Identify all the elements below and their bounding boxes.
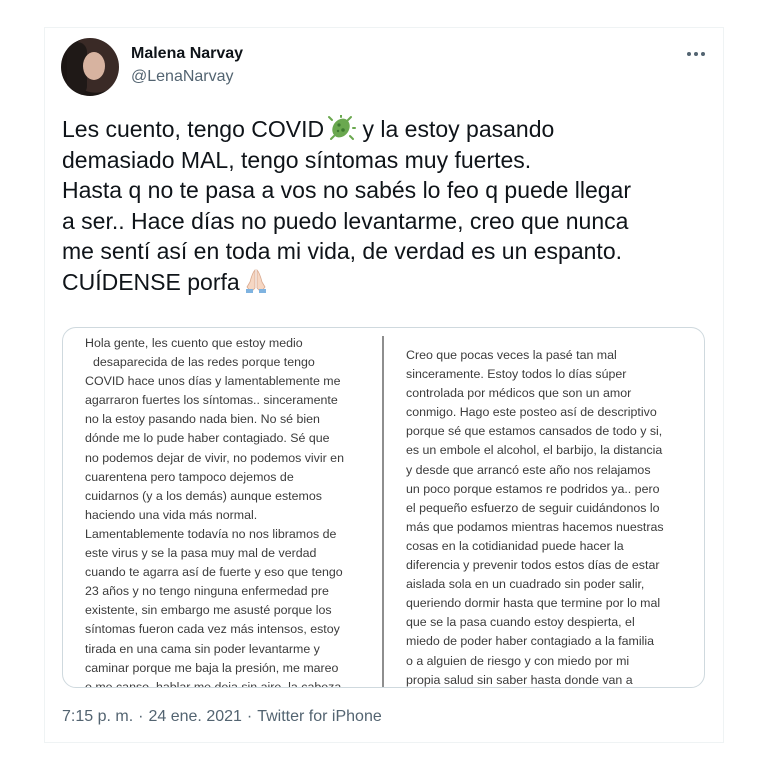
note-line: cuidarnos (y a los demás) aunque estemos	[85, 488, 322, 503]
note-line: cuando te agarra así de fuerte y eso que…	[85, 565, 343, 580]
microbe-icon	[328, 115, 357, 140]
tweet-text-part-2: y la estoy pasando demasiado MAL, tengo …	[62, 116, 632, 295]
more-dot-icon	[694, 52, 698, 56]
note-line: no la estoy pasando nada bien. No sé bie…	[85, 412, 320, 427]
more-options-button[interactable]	[682, 44, 710, 64]
note-line: un poco porque estamos re podridos ya.. …	[406, 481, 660, 496]
note-line: caminar porque me baja la presión, me ma…	[85, 660, 339, 675]
column-divider	[382, 336, 384, 687]
avatar-face	[83, 52, 105, 80]
note-column-right: Creo que pocas veces la pasé tan mal sin…	[406, 346, 696, 687]
note-line: diferencia y prevenir todos estos días d…	[406, 558, 660, 573]
note-column-left: Hola gente, les cuento que estoy medio d…	[85, 334, 371, 688]
note-line: síntomas fueron cada vez más intensos, e…	[85, 622, 340, 637]
note-line: propia salud sin saber hasta donde van a	[406, 672, 633, 687]
avatar[interactable]	[61, 38, 119, 96]
note-line: o a alguien de riesgo y con miedo por mi	[406, 653, 630, 668]
meta-separator: ·	[246, 708, 253, 725]
attached-image[interactable]: Hola gente, les cuento que estoy medio d…	[62, 327, 705, 688]
note-line: 23 años y no tengo ninguna enfermedad pr…	[85, 584, 329, 599]
user-handle[interactable]: @LenaNarvay	[131, 68, 234, 86]
user-name[interactable]: Malena Narvay	[131, 45, 243, 63]
text-cursor-line	[704, 508, 705, 678]
more-dot-icon	[687, 52, 691, 56]
note-line: y desde que arrancó este año nos relajam…	[406, 462, 651, 477]
note-line: Creo que pocas veces la pasé tan mal	[406, 348, 617, 362]
tweet-source[interactable]: Twitter for iPhone	[257, 708, 382, 726]
note-line: más que podamos mientras hacemos nuestra…	[406, 519, 664, 534]
tweet-date[interactable]: 24 ene. 2021	[148, 708, 241, 726]
note-line: aislada sola en un cuadrado sin poder sa…	[406, 577, 645, 592]
note-line: miedo de poder haber contagiado a la fam…	[406, 634, 654, 649]
note-line: conmigo. Hago este posteo así de descrip…	[406, 405, 657, 420]
note-line: cuarentena pero tampoco dejemos de	[85, 469, 294, 484]
note-line: queriendo dormir hasta que termine por l…	[406, 596, 661, 611]
note-line: el pequeño esfuerzo de seguir cuidándono…	[406, 500, 660, 515]
tweet-text: Les cuento, tengo COVID y la estoy pasan…	[62, 114, 712, 297]
note-line: no podemos dejar de vivir, no podemos vi…	[85, 450, 344, 465]
note-line: sinceramente. Estoy todos lo días súper	[406, 367, 627, 382]
note-line: controlada por médicos que son un amor	[406, 386, 632, 401]
note-line: haciendo una vida más normal.	[85, 507, 258, 522]
meta-separator: ·	[138, 708, 144, 725]
note-line: Hola gente, les cuento que estoy medio	[85, 336, 303, 350]
note-line: cosas en la cotidianidad puede hacer la	[406, 538, 624, 553]
folded-hands-icon	[245, 268, 266, 293]
note-line: o me canso, hablar me deja sin aire, la …	[85, 679, 342, 688]
note-line: existente, sin embargo me asusté porque …	[85, 603, 332, 618]
note-line: es un embole el alcohol, el barbijo, la …	[406, 443, 663, 458]
note-line: desaparecida de las redes porque tengo	[93, 355, 315, 370]
note-line: Lamentablemente todavía no nos libramos …	[85, 526, 337, 541]
note-line: COVID hace unos días y lamentablemente m…	[85, 374, 341, 389]
tweet-time[interactable]: 7:15 p. m.	[62, 708, 133, 726]
note-line: agarraron fuertes los síntomas.. sincera…	[85, 393, 338, 408]
note-line: este virus y se la pasa muy mal de verda…	[85, 546, 317, 561]
tweet-text-part-1: Les cuento, tengo COVID	[62, 116, 325, 142]
more-dot-icon	[701, 52, 705, 56]
tweet-meta: 7:15 p. m. · 24 ene. 2021 · Twitter for …	[62, 708, 382, 726]
note-line: que se la pasa cuando estoy despierta, e…	[406, 615, 635, 630]
note-line: porque sé que estamos cansados de todo y…	[406, 424, 663, 439]
note-line: tirada en una cama sin poder levantarme …	[85, 641, 320, 656]
note-line: dónde me lo pude haber contagiado. Sé qu…	[85, 431, 330, 446]
